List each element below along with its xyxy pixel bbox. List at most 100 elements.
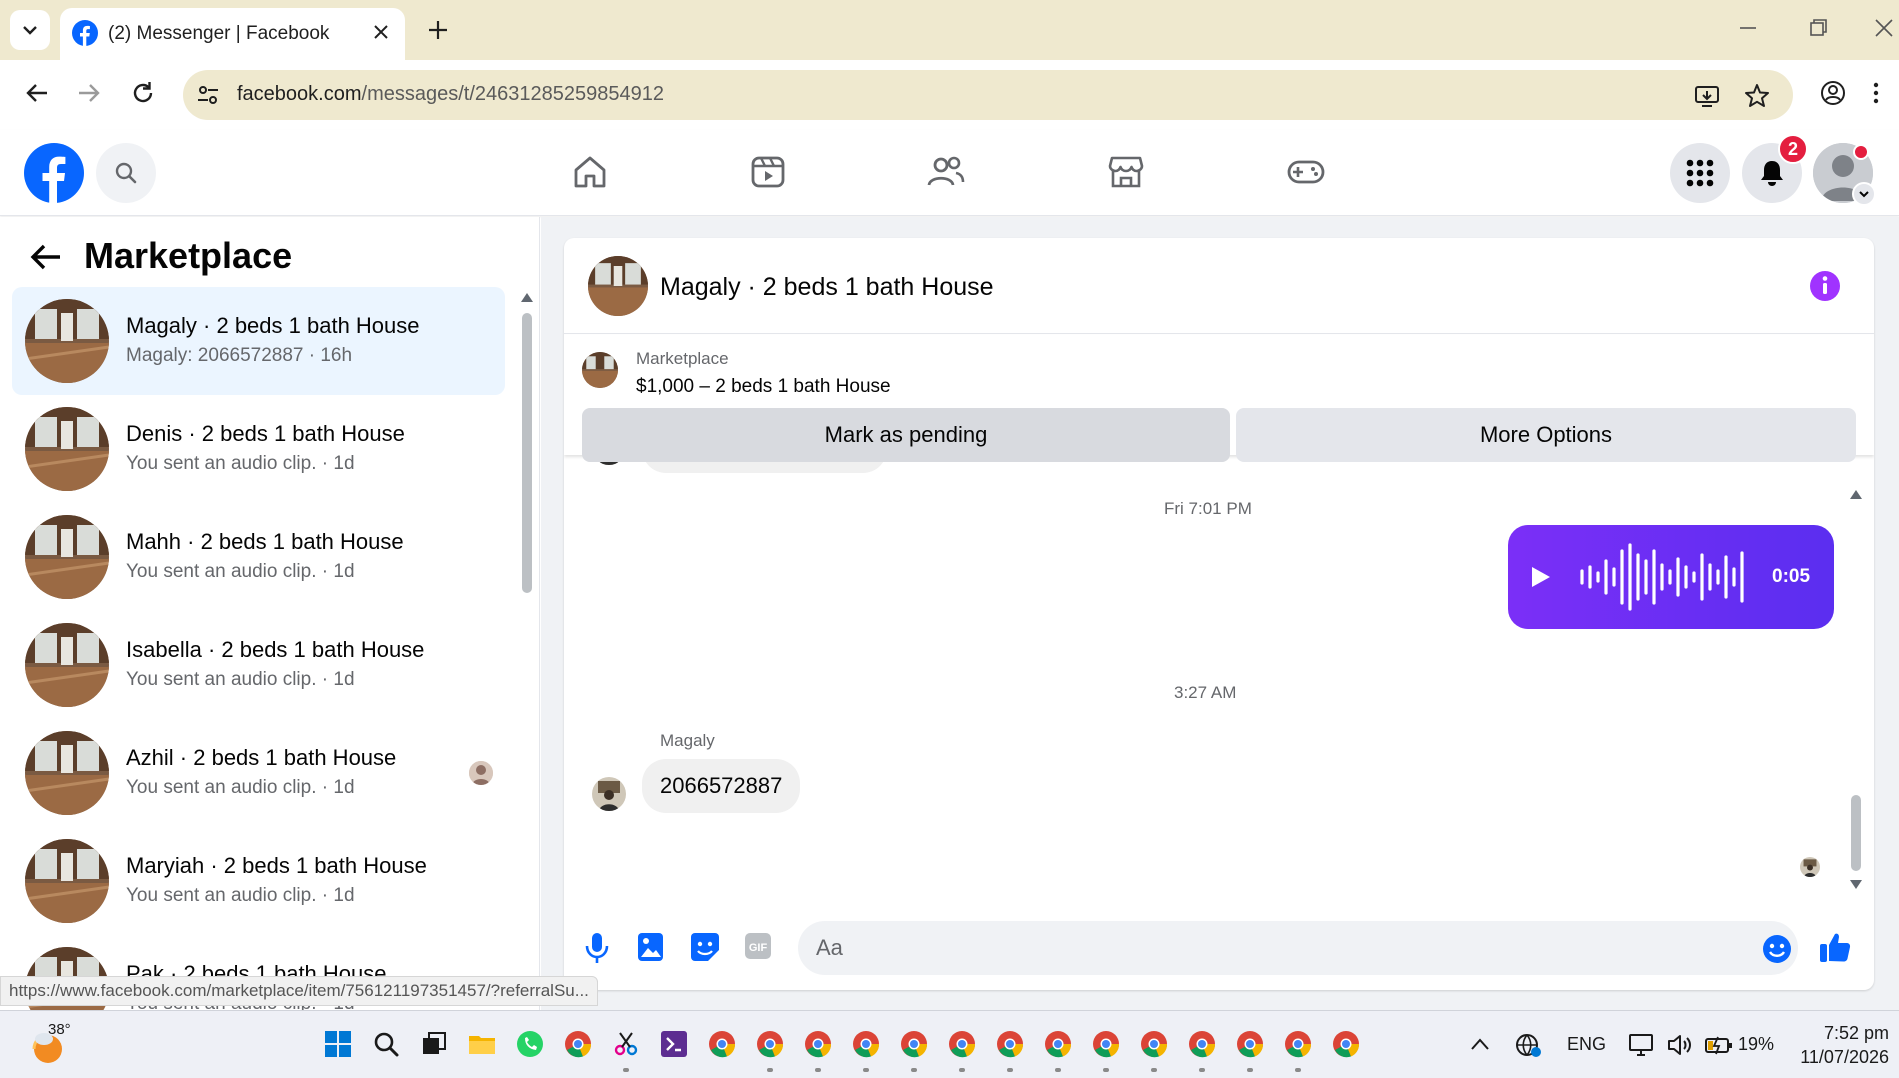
browser-menu-icon[interactable] xyxy=(1870,78,1882,108)
message-thread-scrollbar[interactable] xyxy=(1851,795,1861,871)
list-item[interactable]: Isabella · 2 beds 1 bath House You sent … xyxy=(12,611,505,719)
minimize-icon[interactable] xyxy=(1736,16,1760,40)
restore-icon[interactable] xyxy=(1806,16,1830,40)
list-item[interactable]: Denis · 2 beds 1 bath House You sent an … xyxy=(12,395,505,503)
battery-icon[interactable] xyxy=(1704,1031,1734,1059)
bookmark-star-icon[interactable] xyxy=(1743,82,1771,110)
task-view-icon[interactable] xyxy=(419,1029,449,1059)
display-icon[interactable] xyxy=(1628,1031,1656,1059)
scroll-up-arrow-icon[interactable] xyxy=(1849,488,1863,500)
chrome-icon[interactable] xyxy=(755,1029,785,1059)
chrome-icon[interactable] xyxy=(707,1029,737,1059)
scroll-down-arrow-icon[interactable] xyxy=(1849,879,1863,891)
install-app-icon[interactable] xyxy=(1693,82,1721,110)
mark-as-pending-button[interactable]: Mark as pending xyxy=(582,408,1230,462)
chrome-icon[interactable] xyxy=(1091,1029,1121,1059)
account-alert-dot xyxy=(1853,144,1869,160)
audio-duration: 0:05 xyxy=(1772,566,1811,587)
info-icon[interactable] xyxy=(1809,270,1841,302)
system-clock[interactable]: 7:52 pm 11/07/2026 xyxy=(1800,1021,1889,1069)
forward-arrow-icon[interactable] xyxy=(74,78,104,108)
listing-thumbnail xyxy=(25,839,109,923)
play-icon[interactable] xyxy=(1530,565,1552,589)
listing-price-title[interactable]: $1,000 – 2 beds 1 bath House xyxy=(636,376,891,398)
snipping-tool-icon[interactable] xyxy=(611,1029,641,1059)
whatsapp-icon[interactable] xyxy=(515,1029,545,1059)
list-item[interactable]: Magaly · 2 beds 1 bath House Magaly: 206… xyxy=(12,287,505,395)
sender-avatar[interactable] xyxy=(592,777,626,811)
conversation-preview: You sent an audio clip. · 1d xyxy=(126,885,355,906)
gaming-icon[interactable] xyxy=(1286,152,1326,192)
visual-studio-icon[interactable] xyxy=(659,1029,689,1059)
thumbs-up-icon[interactable] xyxy=(1818,930,1852,964)
network-icon[interactable] xyxy=(1515,1031,1543,1059)
listing-thumbnail[interactable] xyxy=(582,352,618,388)
listing-thumbnail[interactable] xyxy=(588,256,648,316)
listing-thumbnail xyxy=(25,407,109,491)
chrome-icon[interactable] xyxy=(899,1029,929,1059)
chrome-icon[interactable] xyxy=(1235,1029,1265,1059)
photo-icon[interactable] xyxy=(637,932,665,962)
scroll-up-arrow-icon[interactable] xyxy=(520,291,534,303)
tab-search-button[interactable] xyxy=(10,10,50,50)
message-composer: GIF xyxy=(564,908,1874,990)
account-dropdown[interactable] xyxy=(1852,182,1876,206)
url-text: facebook.com/messages/t/2463128525985491… xyxy=(237,83,664,105)
emoji-icon[interactable] xyxy=(1762,934,1792,964)
more-options-button[interactable]: More Options xyxy=(1236,408,1856,462)
audio-clip-bubble[interactable]: 0:05 xyxy=(1508,525,1834,629)
incoming-message-bubble[interactable]: 2066572887 xyxy=(642,759,801,813)
browser-tab-active[interactable]: (2) Messenger | Facebook xyxy=(60,8,405,60)
gif-icon[interactable]: GIF xyxy=(744,932,772,960)
close-icon[interactable] xyxy=(369,20,393,44)
sticker-icon[interactable] xyxy=(690,932,720,962)
chrome-icon[interactable] xyxy=(563,1029,593,1059)
tab-title: (2) Messenger | Facebook xyxy=(108,23,330,44)
list-item[interactable]: Mahh · 2 beds 1 bath House You sent an a… xyxy=(12,503,505,611)
chrome-icon[interactable] xyxy=(1283,1029,1313,1059)
profile-icon[interactable] xyxy=(1818,78,1848,108)
running-indicator xyxy=(1199,1068,1205,1072)
facebook-search-button[interactable] xyxy=(96,143,156,203)
chrome-icon[interactable] xyxy=(851,1029,881,1059)
message-input[interactable] xyxy=(798,921,1798,975)
browser-address-bar: facebook.com/messages/t/2463128525985491… xyxy=(0,60,1899,130)
new-tab-icon[interactable] xyxy=(424,16,452,44)
volume-icon[interactable] xyxy=(1666,1031,1694,1059)
home-icon[interactable] xyxy=(570,152,610,192)
chat-title[interactable]: Magaly · 2 beds 1 bath House xyxy=(660,273,994,302)
chrome-icon[interactable] xyxy=(1331,1029,1361,1059)
site-settings-icon[interactable] xyxy=(195,82,221,108)
language-indicator[interactable]: ENG xyxy=(1567,1034,1606,1055)
running-indicator xyxy=(815,1068,821,1072)
friends-icon[interactable] xyxy=(926,152,966,192)
video-icon[interactable] xyxy=(748,152,788,192)
marketplace-icon[interactable] xyxy=(1106,152,1146,192)
link-preview-status: https://www.facebook.com/marketplace/ite… xyxy=(0,976,598,1006)
chrome-icon[interactable] xyxy=(1043,1029,1073,1059)
conversation-list-scrollbar[interactable] xyxy=(522,313,532,593)
chrome-icon[interactable] xyxy=(803,1029,833,1059)
chrome-icon[interactable] xyxy=(1139,1029,1169,1059)
windows-taskbar: 38° ENG 19% 7:52 pm 11/07/2026 xyxy=(0,1010,1899,1078)
chrome-icon[interactable] xyxy=(995,1029,1025,1059)
bell-icon xyxy=(1761,161,1783,186)
show-hidden-icons-icon[interactable] xyxy=(1470,1037,1490,1051)
read-receipt-avatar xyxy=(1800,857,1820,877)
chrome-icon[interactable] xyxy=(947,1029,977,1059)
file-explorer-icon[interactable] xyxy=(467,1029,497,1059)
taskbar-search-icon[interactable] xyxy=(371,1029,401,1059)
chrome-icon[interactable] xyxy=(1187,1029,1217,1059)
menu-button[interactable] xyxy=(1670,143,1730,203)
reload-icon[interactable] xyxy=(128,78,158,108)
back-arrow-icon[interactable] xyxy=(22,78,52,108)
list-item[interactable]: Azhil · 2 beds 1 bath House You sent an … xyxy=(12,719,505,827)
microphone-icon[interactable] xyxy=(584,932,610,964)
window-close-icon[interactable] xyxy=(1872,16,1896,40)
back-arrow-icon[interactable] xyxy=(28,239,64,275)
facebook-logo-icon[interactable] xyxy=(24,143,84,203)
address-field[interactable]: facebook.com/messages/t/2463128525985491… xyxy=(183,70,1793,120)
list-item[interactable]: Maryiah · 2 beds 1 bath House You sent a… xyxy=(12,827,505,935)
marketplace-listing-card: Marketplace $1,000 – 2 beds 1 bath House… xyxy=(564,335,1874,462)
windows-start-icon[interactable] xyxy=(323,1029,353,1059)
